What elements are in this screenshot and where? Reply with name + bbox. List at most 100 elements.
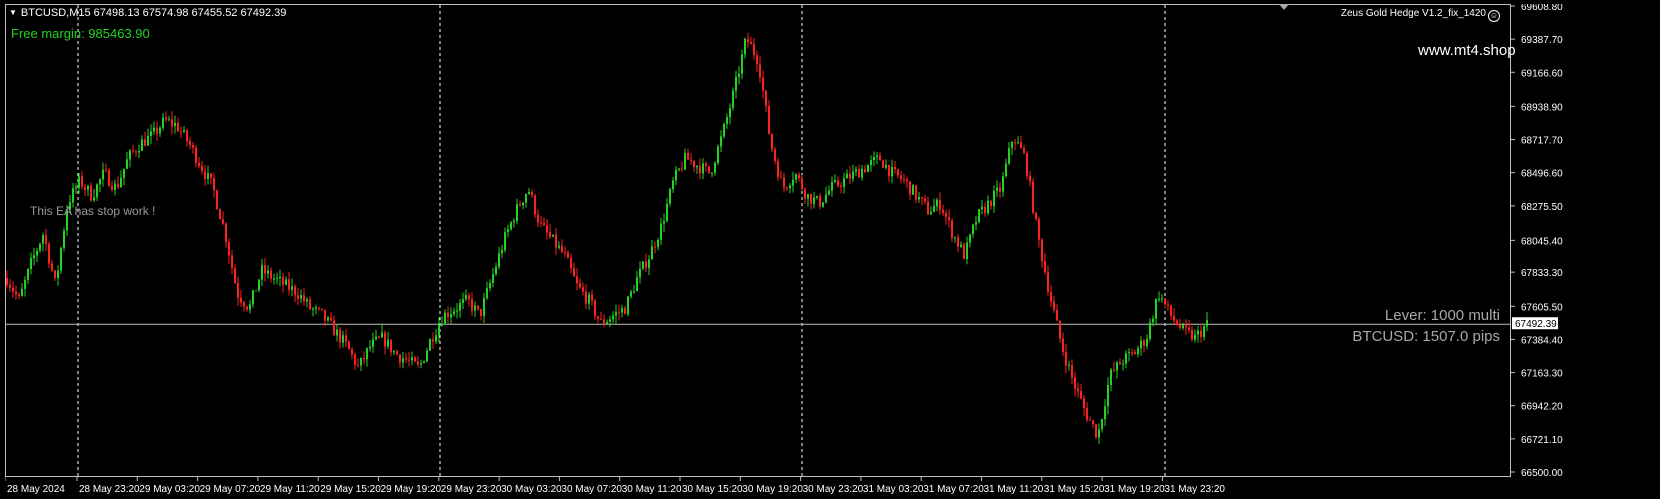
bull-candle (660, 223, 662, 240)
bull-candle (789, 185, 791, 188)
bear-candle (417, 361, 419, 365)
bull-candle (627, 296, 629, 315)
bull-candle (426, 350, 428, 362)
bull-candle (1194, 334, 1196, 340)
bull-candle (387, 339, 389, 347)
price-axis[interactable]: 69608.80 69387.70 69166.60 68938.90 68717.70… (1511, 4, 1660, 477)
bear-candle (555, 234, 557, 248)
bear-candle (915, 185, 917, 200)
bear-candle (81, 176, 83, 187)
bear-candle (357, 364, 359, 366)
price-tick-label: 66942.20 (1521, 402, 1563, 413)
bear-candle (579, 283, 581, 288)
bear-candle (45, 235, 47, 244)
bull-candle (651, 246, 653, 260)
collapse-triangle-icon[interactable]: ▼ (9, 8, 17, 17)
bull-candle (120, 177, 122, 188)
bull-candle (636, 277, 638, 292)
bull-candle (1146, 339, 1148, 347)
bull-candle (1008, 148, 1010, 164)
bull-candle (435, 335, 437, 342)
bear-candle (753, 44, 755, 56)
bear-candle (1035, 212, 1037, 219)
bear-candle (246, 306, 248, 310)
bull-candle (930, 211, 932, 215)
bear-candle (699, 166, 701, 174)
bull-candle (1203, 326, 1205, 337)
bear-candle (801, 178, 803, 189)
free-margin-label: Free margin: 985463.90 (11, 26, 150, 41)
price-tick-label: 67384.40 (1521, 335, 1563, 346)
price-tick-label: 67605.50 (1521, 302, 1563, 313)
bear-candle (894, 166, 896, 170)
bear-candle (909, 181, 911, 195)
bear-candle (1185, 324, 1187, 328)
expert-advisor-title[interactable]: Zeus Gold Hedge V1.2_fix_1420 ☺ (1341, 8, 1500, 22)
bull-candle (21, 288, 23, 297)
bear-candle (264, 265, 266, 274)
bear-candle (396, 351, 398, 355)
bull-candle (672, 180, 674, 190)
bull-candle (1206, 320, 1208, 327)
bull-candle (366, 348, 368, 360)
chart-shift-marker-icon[interactable] (1279, 4, 1289, 10)
bull-candle (1002, 176, 1004, 192)
bull-candle (891, 166, 893, 177)
bear-candle (201, 166, 203, 172)
bull-candle (606, 321, 608, 324)
bear-candle (105, 169, 107, 171)
bull-candle (393, 351, 395, 353)
bear-candle (12, 287, 14, 292)
bear-candle (1062, 338, 1064, 353)
bear-candle (18, 294, 20, 297)
bear-candle (1167, 304, 1169, 306)
bull-candle (327, 317, 329, 321)
chart-area[interactable] (5, 4, 1511, 477)
bull-candle (285, 279, 287, 285)
bull-candle (1125, 353, 1127, 364)
bull-candle (507, 229, 509, 233)
bull-candle (936, 199, 938, 207)
bull-candle (684, 152, 686, 170)
bear-candle (879, 155, 881, 161)
bull-candle (24, 279, 26, 289)
bear-candle (654, 246, 656, 248)
bear-candle (192, 145, 194, 148)
bear-candle (117, 183, 119, 188)
time-axis[interactable]: 28 May 2024 28 May 23:20 29 May 03:20 29 Ma… (5, 477, 1511, 499)
bull-candle (312, 308, 314, 310)
bear-candle (282, 276, 284, 285)
bear-candle (747, 39, 749, 43)
bear-candle (942, 209, 944, 214)
bull-candle (102, 169, 104, 180)
bull-candle (714, 162, 716, 173)
bear-candle (48, 243, 50, 264)
bear-candle (957, 237, 959, 247)
bull-candle (96, 184, 98, 198)
bear-candle (597, 316, 599, 319)
bull-candle (456, 310, 458, 312)
time-tick-label: 31 May 15:20 (1044, 484, 1105, 495)
price-tick-label: 66500.00 (1521, 468, 1563, 477)
bull-candle (552, 234, 554, 237)
bear-candle (51, 263, 53, 271)
bear-candle (234, 267, 236, 284)
bull-candle (729, 107, 731, 118)
bear-candle (537, 214, 539, 223)
bear-candle (1113, 369, 1115, 371)
bear-candle (414, 357, 416, 362)
bear-candle (111, 186, 113, 190)
bull-candle (60, 247, 62, 271)
bull-candle (42, 235, 44, 244)
bull-candle (423, 361, 425, 363)
bear-candle (288, 279, 290, 290)
bear-candle (90, 185, 92, 201)
bear-candle (1014, 142, 1016, 144)
bear-candle (1092, 420, 1094, 425)
candlestick-plot[interactable] (6, 5, 1510, 476)
time-tick-label: 31 May 11:20 (984, 484, 1044, 495)
bear-candle (591, 294, 593, 301)
bull-candle (972, 224, 974, 235)
bear-candle (897, 169, 899, 176)
bull-candle (648, 259, 650, 269)
